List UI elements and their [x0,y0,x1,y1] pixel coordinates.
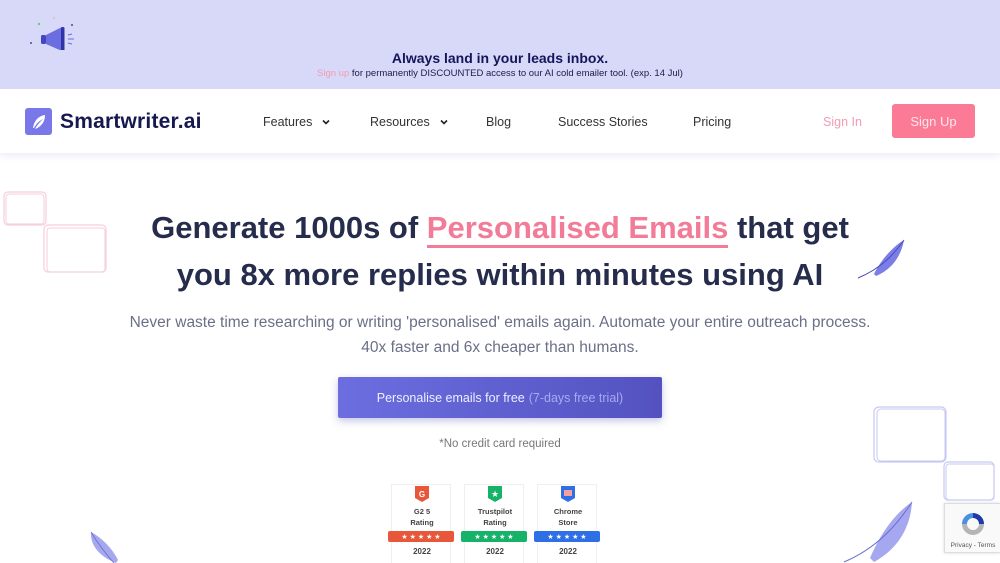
nav-item-label: Resources [370,115,430,129]
badge-label: Chrome Store [553,507,583,527]
g2-icon: G [415,486,429,502]
logo-text: Smartwriter.ai [60,109,202,133]
hero-heading-part: that get [728,210,849,245]
recaptcha-icon [962,513,984,535]
star-rating-ribbon: ★ ★ ★ ★ ★ [534,531,600,542]
chevron-down-icon [322,119,330,125]
hero-heading-line2: you 8x more replies within minutes using… [176,257,824,292]
chevron-down-icon [440,119,448,125]
nav-item-pricing[interactable]: Pricing [693,115,731,129]
svg-text:G: G [419,490,425,499]
recaptcha-links[interactable]: Privacy - Terms [945,542,1000,549]
hero-subtitle: Never waste time researching or writing … [129,314,871,356]
chrome-store-badge: Chrome Store ★ ★ ★ ★ ★ 2022 [534,484,600,563]
cta-trial-label: (7-days free trial) [528,390,624,405]
navbar: Smartwriter.ai Features Resources Blog S… [0,89,1000,153]
svg-text:★: ★ [491,490,499,500]
badge-year: 2022 [413,547,431,556]
cta-label: Personalise emails for free [376,390,525,405]
trustpilot-star-icon: ★ [488,486,502,502]
badge-label: G2 5 Rating [410,507,434,527]
g2-rating-badge: G G2 5 Rating ★ ★ ★ ★ ★ 2022 [388,484,454,563]
hero-heading: Generate 1000s of Personalised Emails th… [0,204,1000,298]
badge-year: 2022 [486,547,504,556]
banner-title: Always land in your leads inbox. [391,50,609,66]
hero-heading-highlight: Personalised Emails [426,210,729,248]
nav-item-label: Features [263,115,313,129]
badge-year: 2022 [559,547,577,556]
banner-offer-text: for permanently DISCOUNTED access to our… [349,68,683,79]
feather-icon [90,531,118,563]
banner-subtitle: Sign up for permanently DISCOUNTED acces… [0,68,1000,79]
megaphone-icon [30,17,74,50]
recaptcha-badge[interactable]: Privacy - Terms [944,503,1000,553]
banner-signup-link[interactable]: Sign up [317,68,349,79]
no-credit-card-note: *No credit card required [439,438,561,450]
star-rating-ribbon: ★ ★ ★ ★ ★ [461,531,527,542]
hero-heading-part: Generate 1000s of [151,210,427,245]
nav-item-features[interactable]: Features [263,115,331,129]
logo[interactable]: Smartwriter.ai [25,108,202,135]
badge-label: Trustpilot Rating [477,507,513,527]
personalise-emails-cta-button[interactable]: Personalise emails for free (7-days free… [338,377,662,418]
nav-item-label: Success Stories [558,115,648,129]
announcement-banner: Always land in your leads inbox. Sign up… [0,0,1000,89]
decorative-squares-icon [873,406,995,501]
trustpilot-rating-badge: ★ Trustpilot Rating ★ ★ ★ ★ ★ 2022 [461,484,527,563]
nav-item-label: Pricing [693,115,732,129]
star-rating-ribbon: ★ ★ ★ ★ ★ [388,531,454,542]
nav-item-label: Blog [486,115,512,129]
chrome-store-icon [561,486,575,502]
feather-icon [857,239,905,279]
feather-logo-icon [25,108,52,135]
nav-item-blog[interactable]: Blog [486,115,511,129]
sign-in-link[interactable]: Sign In [823,115,862,129]
sign-up-button[interactable]: Sign Up [892,104,975,138]
nav-item-resources[interactable]: Resources [370,115,449,129]
nav-item-success-stories[interactable]: Success Stories [558,115,648,129]
feather-icon [843,501,913,563]
